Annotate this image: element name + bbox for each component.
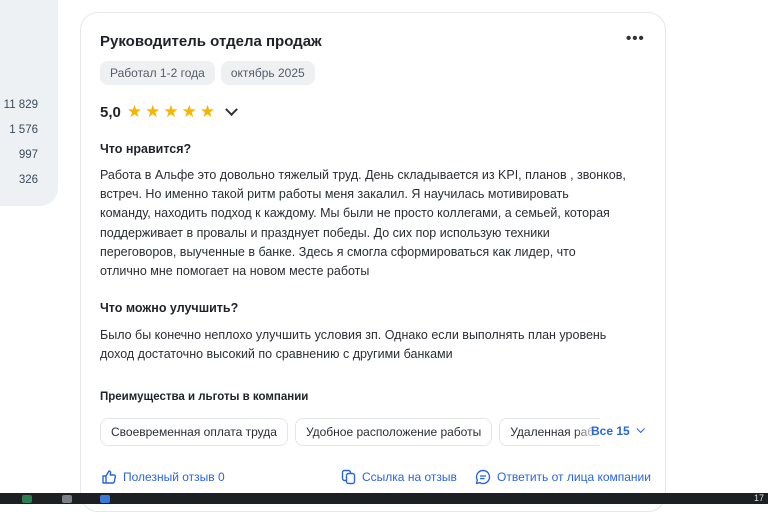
count-value: 11 829 xyxy=(3,99,38,111)
review-tags: Работал 1-2 года октябрь 2025 xyxy=(100,61,315,85)
count-value: 1 576 xyxy=(9,124,38,136)
copy-link-button[interactable]: Ссылка на отзыв xyxy=(341,469,457,485)
improve-line: Было бы конечно неплохо улучшить условия… xyxy=(100,328,607,342)
thumbs-up-icon xyxy=(102,470,117,484)
perk-chip[interactable]: Удобное расположение работы xyxy=(294,418,493,446)
improve-line: доход достаточно высокий по сравнению с … xyxy=(100,347,453,362)
left-counts: 11 829 1 576 997 326 xyxy=(0,93,38,193)
tag-duration: Работал 1-2 года xyxy=(100,61,215,85)
star-icon: ★ xyxy=(181,102,197,121)
app-icon[interactable] xyxy=(22,495,32,503)
copy-link-label: Ссылка на отзыв xyxy=(362,470,457,484)
perks-list: Своевременная оплата труда Удобное распо… xyxy=(100,418,601,446)
perks-title: Преимущества и льготы в компании xyxy=(100,391,309,403)
clock: 17 xyxy=(753,493,764,503)
rating-value: 5,0 xyxy=(100,103,121,121)
count-value: 326 xyxy=(18,174,38,186)
likes-line: Работа в Альфе это довольно тяжелый труд… xyxy=(100,168,626,182)
star-icon: ★ xyxy=(126,102,143,121)
tag-date: октябрь 2025 xyxy=(220,61,315,85)
chevron-down-icon[interactable] xyxy=(225,102,238,116)
star-icon: ★ xyxy=(199,102,216,121)
helpful-button[interactable]: Полезный отзыв 0 xyxy=(101,469,225,485)
star-icon: ★ xyxy=(145,102,161,121)
likes-line: переговоров, выученные в банке. Здесь я … xyxy=(100,244,576,259)
likes-text: Работа в Альфе это довольно тяжелый труд… xyxy=(100,166,660,281)
rating-row[interactable]: 5,0 ★ ★ ★ ★ ★ xyxy=(100,102,238,122)
likes-line: поддерживает в провалы и празднует побед… xyxy=(100,225,550,240)
review-actions: Полезный отзыв 0 Ссылка на отзыв Ответит… xyxy=(0,469,768,489)
all-perks-button[interactable]: Все 15 xyxy=(591,424,645,438)
chat-bubble-icon xyxy=(475,469,491,485)
helpful-label: Полезный отзыв 0 xyxy=(123,470,225,484)
app-icon[interactable] xyxy=(100,495,110,503)
likes-line: встреч. Но именно такой ритм работы меня… xyxy=(100,187,569,202)
all-perks-label: Все 15 xyxy=(591,424,630,438)
likes-title: Что нравится? xyxy=(100,142,192,156)
count-value: 997 xyxy=(18,149,38,161)
likes-line: команду, находить подход к каждому. Мы б… xyxy=(100,206,610,221)
star-icon: ★ xyxy=(163,102,179,121)
more-options-icon[interactable]: ••• xyxy=(626,30,645,47)
copy-icon xyxy=(341,469,356,485)
review-position: Руководитель отдела продаж xyxy=(100,33,322,50)
reply-button[interactable]: Ответить от лица компании xyxy=(475,469,651,485)
app-icon[interactable] xyxy=(62,495,72,503)
likes-line: отлично мне помогает на новом месте рабо… xyxy=(100,264,370,279)
improve-title: Что можно улучшить? xyxy=(100,301,239,315)
improve-text: Было бы конечно неплохо улучшить условия… xyxy=(100,326,660,364)
perk-chip[interactable]: Удаленная раб xyxy=(499,418,601,446)
reply-label: Ответить от лица компании xyxy=(497,470,651,484)
rating-stars: ★ ★ ★ ★ ★ xyxy=(127,102,215,122)
taskbar: 17 xyxy=(0,493,768,504)
perk-chip[interactable]: Своевременная оплата труда xyxy=(100,418,288,446)
